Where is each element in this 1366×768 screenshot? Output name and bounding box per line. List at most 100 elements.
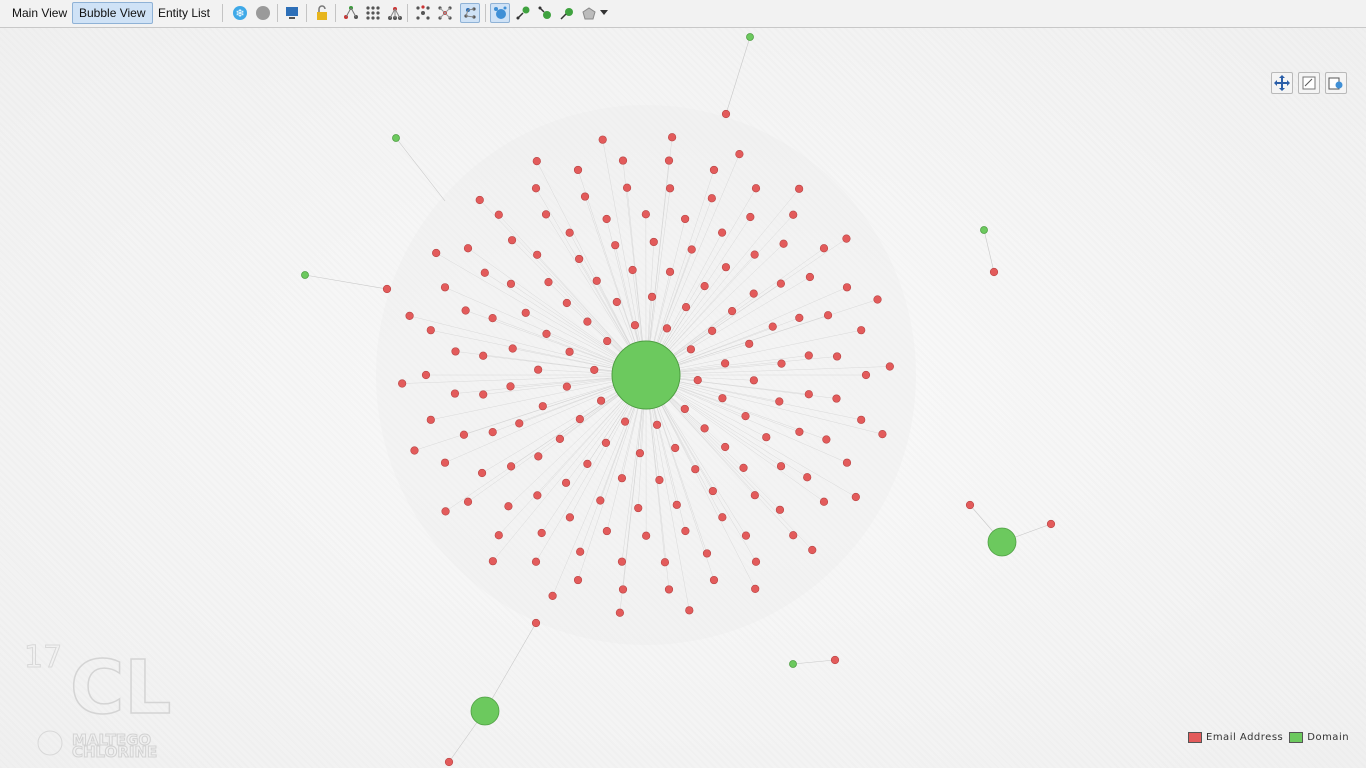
- email-address-node[interactable]: [532, 157, 541, 166]
- email-address-node[interactable]: [618, 156, 628, 165]
- email-address-node[interactable]: [602, 526, 611, 536]
- email-address-node[interactable]: [741, 531, 751, 540]
- email-address-node[interactable]: [795, 313, 804, 322]
- domain-node[interactable]: [746, 33, 754, 41]
- email-address-node[interactable]: [617, 557, 627, 566]
- email-address-node[interactable]: [768, 322, 777, 331]
- email-address-node[interactable]: [718, 513, 727, 522]
- email-address-node[interactable]: [721, 109, 731, 119]
- email-address-node[interactable]: [450, 389, 460, 398]
- email-address-node[interactable]: [989, 267, 999, 277]
- email-address-node[interactable]: [717, 228, 727, 237]
- email-address-node[interactable]: [602, 214, 611, 224]
- email-address-node[interactable]: [421, 370, 431, 380]
- email-address-node[interactable]: [463, 244, 473, 253]
- email-address-node[interactable]: [681, 214, 690, 224]
- email-address-node[interactable]: [649, 237, 658, 247]
- email-address-node[interactable]: [580, 192, 590, 201]
- email-address-node[interactable]: [515, 419, 524, 428]
- display-icon[interactable]: [282, 3, 302, 23]
- email-address-node[interactable]: [601, 438, 611, 447]
- email-address-node[interactable]: [746, 212, 755, 222]
- email-address-node[interactable]: [709, 165, 719, 175]
- email-address-node[interactable]: [531, 184, 541, 193]
- email-address-node[interactable]: [562, 298, 571, 308]
- email-address-node[interactable]: [576, 547, 585, 556]
- email-address-node[interactable]: [668, 133, 677, 142]
- select-children-icon[interactable]: [513, 3, 533, 23]
- email-address-node[interactable]: [440, 283, 450, 292]
- email-address-node[interactable]: [573, 165, 583, 175]
- email-address-node[interactable]: [751, 557, 761, 566]
- email-address-node[interactable]: [672, 500, 681, 509]
- domain-node[interactable]: [789, 660, 797, 668]
- email-address-node[interactable]: [708, 326, 717, 335]
- email-address-node[interactable]: [477, 468, 487, 478]
- email-address-node[interactable]: [533, 491, 542, 500]
- email-address-node[interactable]: [687, 245, 696, 254]
- email-address-node[interactable]: [851, 492, 860, 502]
- email-address-node[interactable]: [795, 427, 804, 436]
- email-address-node[interactable]: [596, 396, 606, 405]
- email-address-node[interactable]: [804, 390, 813, 399]
- email-address-node[interactable]: [857, 326, 866, 335]
- email-address-node[interactable]: [685, 606, 694, 615]
- zoom-selection-icon[interactable]: [1298, 72, 1320, 94]
- email-address-node[interactable]: [506, 382, 515, 391]
- email-address-node[interactable]: [583, 459, 592, 469]
- email-address-node[interactable]: [410, 446, 419, 455]
- email-address-node[interactable]: [598, 135, 607, 144]
- email-address-node[interactable]: [750, 250, 759, 259]
- domain-node[interactable]: [980, 226, 988, 234]
- email-address-node[interactable]: [542, 329, 551, 338]
- email-address-node[interactable]: [819, 244, 829, 253]
- tree-layout-icon[interactable]: [385, 3, 405, 23]
- email-address-node[interactable]: [405, 311, 414, 320]
- email-address-node[interactable]: [583, 317, 592, 326]
- email-address-node[interactable]: [1046, 519, 1056, 529]
- email-address-node[interactable]: [575, 415, 584, 424]
- email-address-node[interactable]: [561, 478, 571, 487]
- email-address-node[interactable]: [617, 474, 627, 483]
- email-address-node[interactable]: [534, 452, 543, 461]
- email-address-node[interactable]: [642, 531, 651, 540]
- email-address-node[interactable]: [494, 531, 503, 540]
- bubble-sizing-icon[interactable]: [490, 3, 510, 23]
- graph-canvas[interactable]: 17 CL MALTEGO CHLORINE Email Address Dom…: [0, 28, 1366, 768]
- email-address-node[interactable]: [873, 295, 882, 304]
- email-address-node[interactable]: [819, 497, 829, 506]
- email-address-node[interactable]: [612, 297, 621, 307]
- email-address-node[interactable]: [681, 303, 691, 312]
- email-address-node[interactable]: [693, 375, 702, 385]
- email-address-node[interactable]: [655, 475, 664, 485]
- email-address-node[interactable]: [702, 549, 712, 558]
- email-address-node[interactable]: [521, 308, 530, 317]
- email-address-node[interactable]: [628, 265, 637, 275]
- email-address-node[interactable]: [440, 458, 450, 467]
- email-address-node[interactable]: [842, 458, 852, 467]
- email-address-node[interactable]: [507, 462, 516, 471]
- email-address-node[interactable]: [751, 584, 760, 593]
- email-address-node[interactable]: [533, 250, 542, 259]
- email-address-node[interactable]: [842, 283, 852, 292]
- email-address-node[interactable]: [479, 351, 488, 360]
- email-address-node[interactable]: [727, 307, 737, 316]
- email-address-node[interactable]: [635, 449, 645, 458]
- email-address-node[interactable]: [426, 326, 435, 335]
- email-address-node[interactable]: [592, 276, 601, 285]
- email-address-node[interactable]: [662, 324, 672, 333]
- email-address-node[interactable]: [538, 402, 547, 411]
- email-address-node[interactable]: [461, 306, 470, 315]
- email-address-node[interactable]: [795, 184, 804, 193]
- email-address-node[interactable]: [630, 321, 640, 330]
- domain-node[interactable]: [301, 271, 309, 279]
- email-address-node[interactable]: [660, 558, 670, 567]
- email-address-node[interactable]: [749, 376, 758, 385]
- tab-bubble-view[interactable]: Bubble View: [72, 2, 153, 24]
- hub-domain-node[interactable]: [611, 340, 681, 410]
- add-neighbours-icon[interactable]: [557, 3, 577, 23]
- email-address-node[interactable]: [565, 513, 575, 522]
- email-address-node[interactable]: [480, 268, 489, 277]
- email-address-node[interactable]: [575, 254, 584, 264]
- domain-node[interactable]: [392, 134, 400, 142]
